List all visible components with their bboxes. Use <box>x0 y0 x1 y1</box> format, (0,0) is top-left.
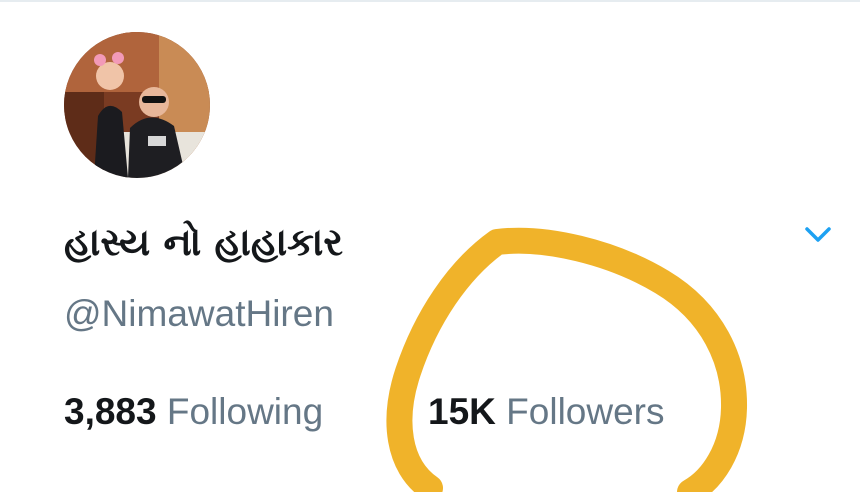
profile-display-name: હાસ્ય નો હાહાકાર <box>64 220 343 264</box>
following-label: Following <box>166 391 324 432</box>
followers-label: Followers <box>506 391 665 432</box>
following-count: 3,883 <box>64 391 157 432</box>
chevron-down-icon[interactable] <box>803 222 833 246</box>
profile-handle: @NimawatHiren <box>64 293 334 334</box>
avatar-photo <box>64 32 210 178</box>
profile-avatar[interactable] <box>64 32 210 178</box>
followers-count: 15K <box>428 391 496 432</box>
followers-stat[interactable]: 15K Followers <box>428 388 665 436</box>
following-stat[interactable]: 3,883 Following <box>64 388 323 436</box>
header-divider <box>0 0 860 2</box>
